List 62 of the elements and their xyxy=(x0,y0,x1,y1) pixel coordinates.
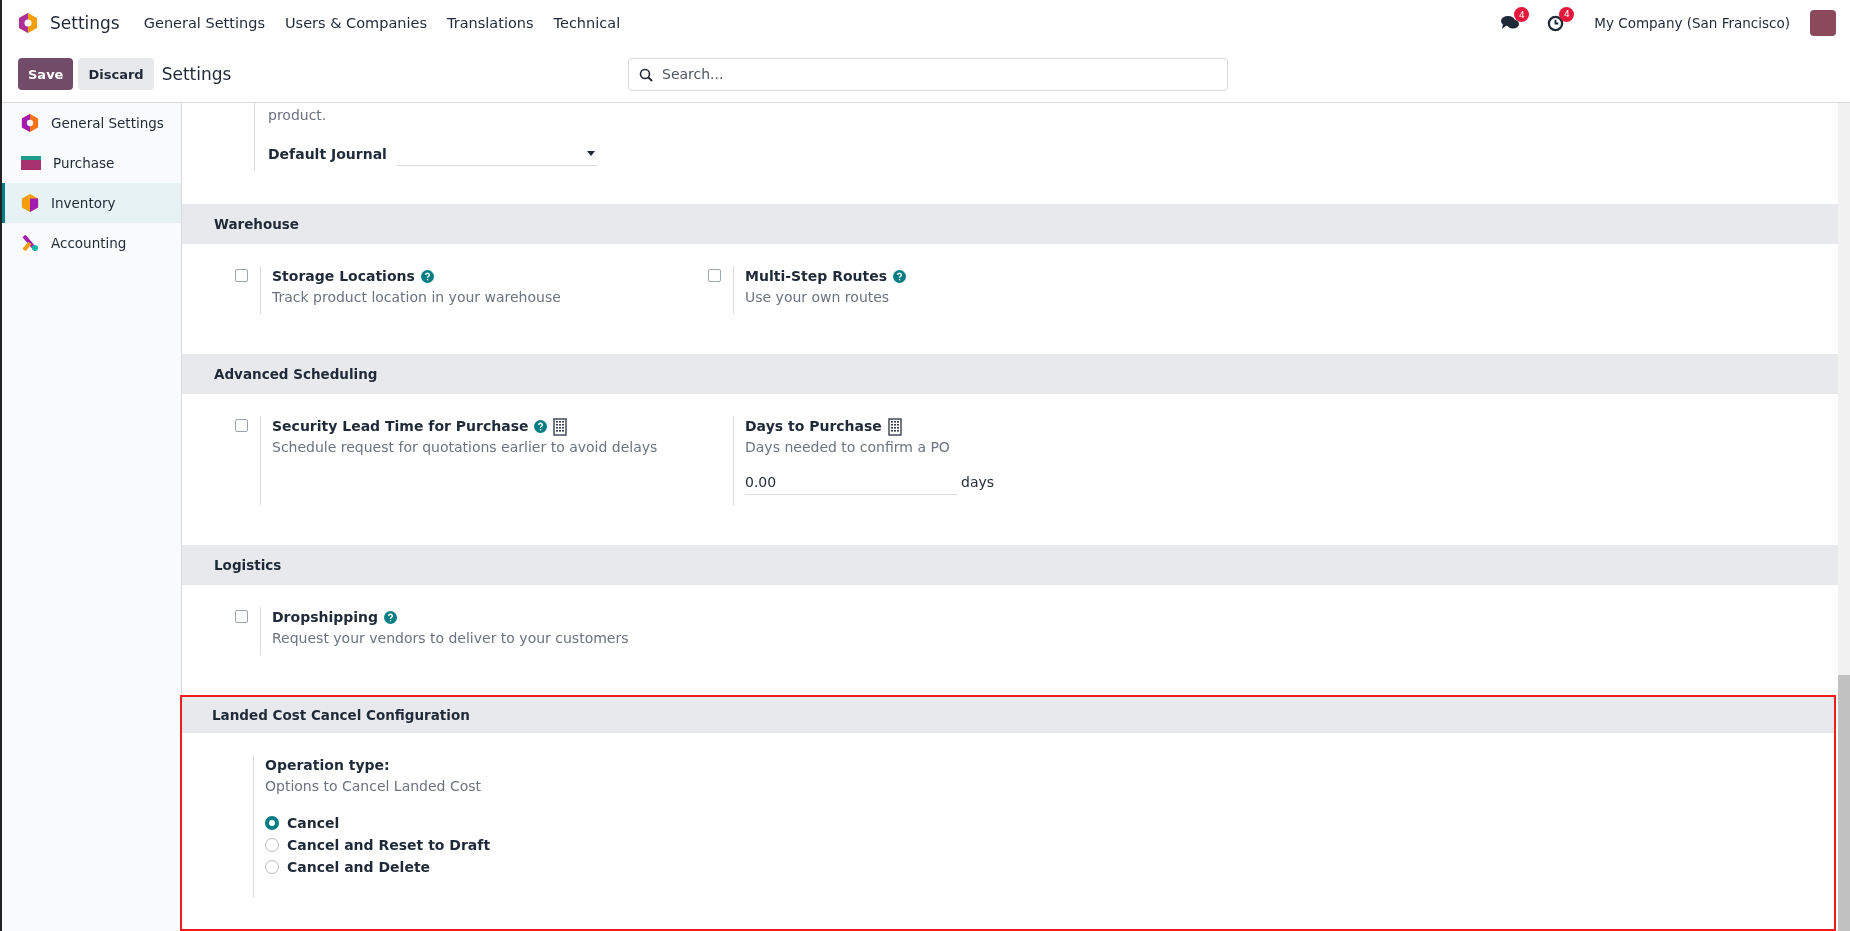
setting-label: Multi-Step Routes xyxy=(745,267,888,286)
setting-label: Security Lead Time for Purchase xyxy=(272,417,529,436)
setting-label: Dropshipping xyxy=(272,608,379,627)
radio-option[interactable]: Cancel xyxy=(265,815,491,831)
unit-label: days xyxy=(961,474,995,492)
box-icon xyxy=(21,193,39,213)
save-button[interactable]: Save xyxy=(18,58,74,90)
days-input[interactable]: 0.00 xyxy=(745,470,957,495)
setting-description: product. xyxy=(268,106,328,125)
sidebar-item[interactable]: Purchase xyxy=(2,143,181,183)
count-badge: 4 xyxy=(1514,7,1530,22)
section-header: Warehouse xyxy=(182,204,1838,244)
logo-icon xyxy=(18,12,38,34)
discard-button[interactable]: Discard xyxy=(78,58,154,90)
setting-description: Schedule request for quotations earlier to avoid delays xyxy=(272,438,658,457)
setting-description: Request your vendors to deliver to your customers xyxy=(272,629,629,648)
scrollbar-thumb[interactable] xyxy=(1838,675,1850,931)
card-icon xyxy=(21,156,41,170)
radio-button[interactable] xyxy=(265,860,279,874)
search-field[interactable]: Search... xyxy=(628,57,1228,91)
search-icon xyxy=(639,67,653,82)
help-icon[interactable] xyxy=(420,270,434,283)
caret-icon xyxy=(586,151,595,156)
field-label: Default Journal xyxy=(268,144,387,164)
section-header: Advanced Scheduling xyxy=(182,354,1838,394)
sidebar-item[interactable]: General Settings xyxy=(2,103,181,143)
setting-label: Operation type: xyxy=(265,756,390,775)
setting-label: Storage Locations xyxy=(272,267,415,286)
setting-checkbox[interactable] xyxy=(235,610,248,623)
sidebar-item[interactable]: Inventory xyxy=(2,183,181,223)
setting-label: Days to Purchase xyxy=(745,417,882,436)
hexagon-ring-icon xyxy=(21,113,39,133)
setting-checkbox[interactable] xyxy=(235,269,248,282)
menu-item[interactable]: Users & Companies xyxy=(284,15,427,31)
setting-checkbox[interactable] xyxy=(235,419,248,432)
scrollbar[interactable] xyxy=(1838,103,1850,931)
section-header: Landed Cost Cancel Configuration xyxy=(182,697,1834,733)
menu-item[interactable]: General Settings xyxy=(143,15,265,31)
setting-checkbox[interactable] xyxy=(708,269,721,282)
chat-icon[interactable] xyxy=(1501,15,1520,31)
count-badge: 4 xyxy=(1559,6,1575,22)
setting-description: Options to Cancel Landed Cost xyxy=(265,777,483,796)
app-title: Settings xyxy=(50,13,120,33)
radio-option[interactable]: Cancel and Delete xyxy=(265,859,491,875)
setting-description: Track product location in your warehouse xyxy=(272,288,561,307)
radio-button[interactable] xyxy=(265,838,279,852)
help-icon[interactable] xyxy=(534,420,548,433)
avatar[interactable] xyxy=(1810,10,1836,36)
help-icon[interactable] xyxy=(893,270,907,283)
menu-item[interactable]: Technical xyxy=(553,15,621,31)
radio-option[interactable]: Cancel and Reset to Draft xyxy=(265,837,491,853)
radio-button[interactable] xyxy=(265,816,279,830)
breadcrumb: Settings xyxy=(161,64,232,84)
help-icon[interactable] xyxy=(384,611,398,624)
section-header: Logistics xyxy=(182,545,1838,585)
company-switcher[interactable]: My Company (San Francisco) xyxy=(1594,15,1790,31)
menu-item[interactable]: Translations xyxy=(447,15,534,31)
sidebar-item[interactable]: Accounting xyxy=(2,223,181,263)
setting-description: Days needed to confirm a PO xyxy=(745,438,951,457)
clock-icon[interactable] xyxy=(1547,14,1565,32)
cross-icon xyxy=(21,234,39,252)
setting-description: Use your own routes xyxy=(745,288,891,307)
